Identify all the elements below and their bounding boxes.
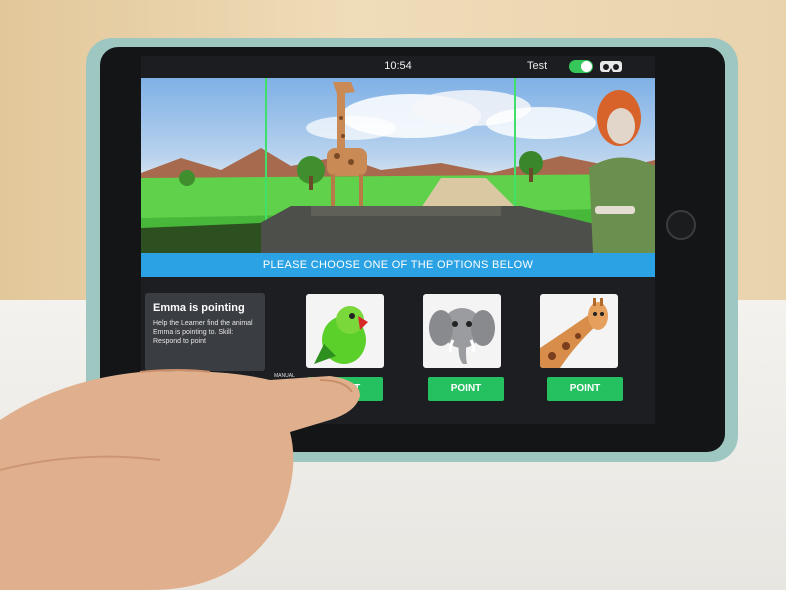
hand-photo <box>0 369 360 590</box>
